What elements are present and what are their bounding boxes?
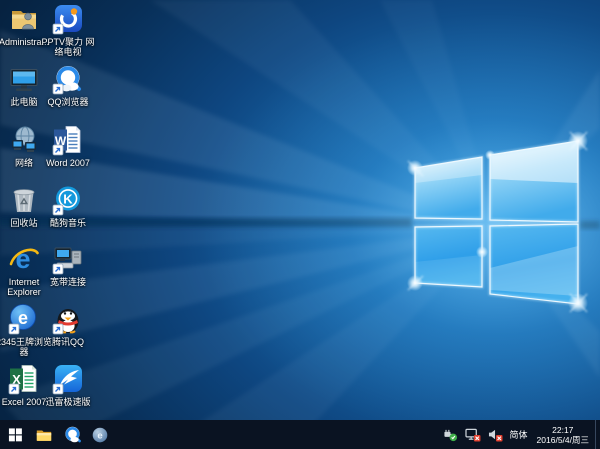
system-tray: 简体 22:17 2016/5/4/周三	[439, 420, 595, 449]
safely-remove-hardware-icon[interactable]	[443, 428, 458, 442]
clock-time: 22:17	[552, 425, 573, 435]
svg-text:K: K	[63, 192, 73, 207]
desktop-icon-pptv[interactable]: PPTV聚力 网络电视	[44, 3, 92, 61]
broadband-icon	[52, 243, 84, 275]
volume-muted-icon[interactable]	[488, 428, 503, 442]
desktop-icon-word-2007[interactable]: W Word 2007	[44, 124, 92, 182]
start-button[interactable]	[0, 420, 30, 449]
svg-text:e: e	[97, 430, 102, 441]
desktop-icon-thunder-speed[interactable]: 迅雷极速版	[44, 363, 92, 421]
taskbar-2345-browser-button[interactable]: e	[86, 420, 114, 449]
taskbar-file-explorer-button[interactable]	[30, 420, 58, 449]
show-desktop-button[interactable]	[595, 420, 600, 449]
taskbar-clock[interactable]: 22:17 2016/5/4/周三	[535, 425, 591, 445]
svg-text:e: e	[18, 308, 28, 328]
language-indicator[interactable]: 简体	[510, 428, 528, 441]
network-globe-icon	[8, 124, 40, 156]
2345-browser-icon: e	[8, 303, 40, 335]
kugou-icon: K	[52, 184, 84, 216]
monitor-icon	[8, 63, 40, 95]
desktop-icon-label: 酷狗音乐	[39, 218, 97, 228]
pptv-icon	[52, 3, 84, 35]
qq-browser-icon	[52, 63, 84, 95]
desktop-icon-broadband-connection[interactable]: 宽带连接	[44, 243, 92, 301]
desktop-icon-label: QQ浏览器	[39, 97, 97, 107]
file-explorer-icon	[35, 426, 53, 444]
desktop-icon-label: 迅雷极速版	[39, 397, 97, 407]
desktop-icon-label: PPTV聚力 网络电视	[39, 37, 97, 57]
qq-penguin-icon	[52, 303, 84, 335]
qq-browser-icon	[63, 425, 82, 444]
thunder-bird-icon	[52, 363, 84, 395]
word-icon: W	[52, 124, 84, 156]
clock-date: 2016/5/4/周三	[537, 435, 589, 445]
recycle-bin-icon	[8, 184, 40, 216]
desktop-icon-this-pc[interactable]: 此电脑	[0, 63, 48, 121]
taskbar: e	[0, 420, 600, 449]
windows-logo-icon	[8, 427, 23, 442]
network-disconnected-icon[interactable]	[465, 428, 481, 442]
windows-desktop: Administra... 此电脑 网络	[0, 0, 600, 449]
desktop-icon-kugou-music[interactable]: K 酷狗音乐	[44, 184, 92, 242]
excel-icon: X	[8, 363, 40, 395]
desktop-icon-2345-browser[interactable]: e 2345王牌浏览器	[0, 303, 48, 361]
user-folder-icon	[8, 3, 40, 35]
2345-browser-icon: e	[91, 426, 109, 444]
desktop-icon-label: 腾讯QQ	[39, 337, 97, 347]
desktop-icon-network[interactable]: 网络	[0, 124, 48, 182]
desktop-icon-tencent-qq[interactable]: 腾讯QQ	[44, 303, 92, 361]
desktop-icon-label: Word 2007	[39, 158, 97, 168]
desktop-icon-recycle-bin[interactable]: 回收站	[0, 184, 48, 242]
taskbar-qq-browser-button[interactable]	[58, 420, 86, 449]
desktop-icon-qq-browser[interactable]: QQ浏览器	[44, 63, 92, 121]
desktop-icon-internet-explorer[interactable]: e Internet Explorer	[0, 243, 48, 301]
desktop-icon-label: 宽带连接	[39, 277, 97, 287]
internet-explorer-icon: e	[8, 243, 40, 275]
svg-text:e: e	[15, 244, 30, 274]
desktop-icon-excel-2007[interactable]: X Excel 2007	[0, 363, 48, 421]
